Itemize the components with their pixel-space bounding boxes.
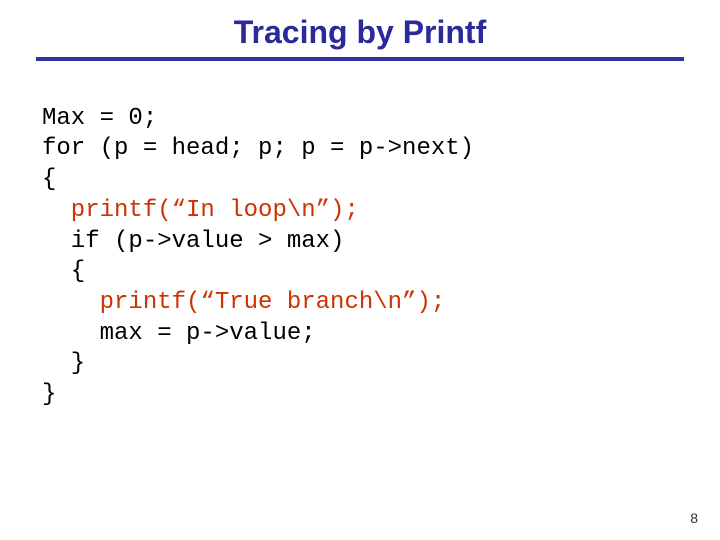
page-number: 8 [690, 510, 698, 526]
code-line-3: { [42, 166, 56, 193]
title-underline [36, 57, 684, 61]
code-line-5: if (p->value > max) [42, 228, 344, 255]
code-line-10: } [42, 381, 56, 408]
code-line-2: for (p = head; p; p = p->next) [42, 135, 474, 162]
code-line-8: max = p->value; [42, 320, 316, 347]
code-line-1: Max = 0; [42, 105, 157, 132]
slide: Tracing by Printf Max = 0; for (p = head… [0, 0, 720, 540]
code-line-7: printf(“True branch\n”); [42, 289, 445, 316]
code-line-9: } [42, 350, 85, 377]
code-line-6: { [42, 258, 85, 285]
code-line-4: printf(“In loop\n”); [42, 197, 359, 224]
code-block: Max = 0; for (p = head; p; p = p->next) … [42, 73, 720, 442]
slide-title: Tracing by Printf [0, 0, 720, 57]
